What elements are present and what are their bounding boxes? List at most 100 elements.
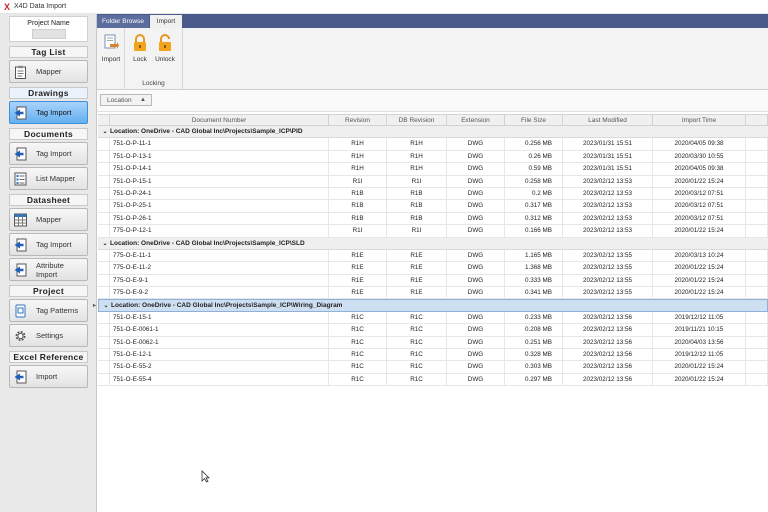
cell-last-modified: 2023/02/12 13:56 xyxy=(563,311,653,324)
cell-db-revision: R1C xyxy=(387,373,447,386)
cell-import-time: 2020/03/12 07:51 xyxy=(653,187,746,200)
cell-db-revision: R1B xyxy=(387,187,447,200)
cell-db-revision: R1C xyxy=(387,361,447,373)
cell-revision: R1E xyxy=(329,262,387,274)
table-row[interactable]: 751-O-P-11-1 R1H R1H DWG 0.256 MB 2023/01/31 … xyxy=(98,138,768,151)
cell-last-modified: 2023/02/12 13:55 xyxy=(563,249,653,262)
table-row[interactable]: 775-O-E-9-2 R1E R1E DWG 0.341 MB 2023/02/12 1… xyxy=(98,287,768,300)
import-button[interactable]: Import xyxy=(99,34,123,63)
sidebar-button-project-settings[interactable]: Settings xyxy=(9,324,88,347)
table-row[interactable]: 751-O-P-13-1 R1H R1H DWG 0.26 MB 2023/01/31 1… xyxy=(98,150,768,164)
row-filler-cell xyxy=(746,262,768,274)
row-filler-cell xyxy=(746,163,768,175)
group-row[interactable]: ⌄ Location: OneDrive - CAD Global Inc\Pro… xyxy=(98,237,768,250)
header-db-revision[interactable]: DB Revision xyxy=(387,115,447,125)
title-bar: X X4D Data Import xyxy=(0,0,768,14)
cell-db-revision: R1H xyxy=(387,138,447,150)
grid-body: ⌄ Location: OneDrive - CAD Global Inc\Pro… xyxy=(93,126,768,387)
row-filler-cell xyxy=(746,200,768,212)
row-filler-cell xyxy=(746,361,768,373)
collapse-chevron-icon[interactable]: ⌄ xyxy=(101,302,111,309)
table-row[interactable]: 751-O-E-55-4 R1C R1C DWG 0.297 MB 2023/02/12 … xyxy=(98,373,768,387)
table-row[interactable]: 751-O-E-0062-1 R1C R1C DWG 0.251 MB 2023/02/1… xyxy=(98,336,768,350)
cell-import-time: 2020/01/22 15:24 xyxy=(653,361,746,373)
header-extension[interactable]: Extension xyxy=(447,115,505,125)
section-header-documents: Documents xyxy=(9,128,88,140)
cell-last-modified: 2023/02/12 13:56 xyxy=(563,349,653,361)
lock-button[interactable]: Lock xyxy=(130,34,150,63)
table-row[interactable]: 775-O-E-9-1 R1E R1E DWG 0.333 MB 2023/02/12 1… xyxy=(98,274,768,288)
collapse-chevron-icon[interactable]: ⌄ xyxy=(100,128,110,135)
cell-revision: R1C xyxy=(329,336,387,349)
cell-document-number: 751-O-P-25-1 xyxy=(110,200,329,212)
project-name-field[interactable] xyxy=(31,29,66,39)
cell-extension: DWG xyxy=(447,249,505,262)
cell-document-number: 751-O-E-12-1 xyxy=(110,349,329,361)
cell-extension: DWG xyxy=(447,361,505,373)
row-filler-cell xyxy=(746,150,768,163)
table-row[interactable]: 775-O-P-12-1 R1I R1I DWG 0.166 MB 2023/02/12 … xyxy=(98,225,768,238)
grid-icon xyxy=(14,213,27,227)
unlock-button[interactable]: Unlock xyxy=(154,34,176,63)
table-row[interactable]: 751-O-E-15-1 R1C R1C DWG 0.233 MB 2023/02/12 … xyxy=(98,311,768,325)
sidebar-button-datasheet-attribute-import[interactable]: Attribute Import xyxy=(9,258,88,281)
sidebar-button-label: Settings xyxy=(36,331,64,340)
cell-file-size: 0.328 MB xyxy=(505,349,563,361)
table-row[interactable]: 751-O-P-24-1 R1B R1B DWG 0.2 MB 2023/02/12 13… xyxy=(98,187,768,201)
sidebar-button-project-tag-patterns[interactable]: Tag Patterns xyxy=(9,299,88,322)
sidebar-button-drawings-tag-import[interactable]: Tag Import xyxy=(9,101,88,124)
header-file-size[interactable]: File Size xyxy=(505,115,563,125)
row-indicator-cell xyxy=(98,175,110,187)
row-filler-cell xyxy=(746,212,768,225)
header-document-number[interactable]: Document Number xyxy=(110,115,329,125)
group-row[interactable]: ⌄ Location: OneDrive - CAD Global Inc\Pro… xyxy=(98,126,768,139)
collapse-chevron-icon[interactable]: ⌄ xyxy=(100,240,110,247)
row-filler-cell xyxy=(746,138,768,150)
table-row[interactable]: 751-O-E-0061-1 R1C R1C DWG 0.208 MB 2023/02/1… xyxy=(98,324,768,337)
locking-group-label: Locking xyxy=(142,80,165,87)
cell-import-time: 2020/03/30 10:55 xyxy=(653,150,746,163)
table-row[interactable]: 751-O-P-26-1 R1B R1B DWG 0.312 MB 2023/02/12 … xyxy=(98,212,768,226)
cell-last-modified: 2023/02/12 13:53 xyxy=(563,212,653,225)
table-row[interactable]: 751-O-P-14-1 R1H R1H DWG 0.59 MB 2023/01/31 1… xyxy=(98,163,768,176)
header-last-modified[interactable]: Last Modified xyxy=(563,115,653,125)
arrow-import-icon xyxy=(14,263,27,277)
table-row[interactable]: 751-O-P-15-1 R1I R1I DWG 0.258 MB 2023/02/12 … xyxy=(98,175,768,188)
tab-import[interactable]: Import xyxy=(150,15,182,28)
arrow-import-icon xyxy=(14,147,27,161)
header-import-time[interactable]: Import Time xyxy=(653,115,746,125)
group-row[interactable]: ▸ ⌄ Location: OneDrive - CAD Global Inc\Pr… xyxy=(93,299,768,312)
table-row[interactable]: 751-O-P-25-1 R1B R1B DWG 0.317 MB 2023/02/12 … xyxy=(98,200,768,213)
section-header-project: Project xyxy=(9,285,88,297)
sidebar-button-datasheet-tag-import[interactable]: Tag Import xyxy=(9,233,88,256)
cell-import-time: 2020/01/22 15:24 xyxy=(653,175,746,187)
sidebar-button-documents-list-mapper[interactable]: List Mapper xyxy=(9,167,88,190)
sidebar-button-documents-tag-import[interactable]: Tag Import xyxy=(9,142,88,165)
cell-revision: R1C xyxy=(329,324,387,336)
tab-folder-browse[interactable]: Folder Browse xyxy=(97,15,149,28)
table-row[interactable]: 751-O-E-12-1 R1C R1C DWG 0.328 MB 2023/02/12 … xyxy=(98,349,768,362)
table-row[interactable]: 775-O-E-11-2 R1E R1E DWG 1.368 MB 2023/02/12 … xyxy=(98,262,768,275)
cell-file-size: 0.26 MB xyxy=(505,150,563,163)
table-row[interactable]: 751-O-E-55-2 R1C R1C DWG 0.303 MB 2023/02/12 … xyxy=(98,361,768,374)
location-group-chip[interactable]: Location ▲ xyxy=(100,94,152,106)
cell-document-number: 751-O-P-13-1 xyxy=(110,150,329,163)
sidebar-button-datasheet-mapper[interactable]: Mapper xyxy=(9,208,88,231)
table-row[interactable]: 775-O-E-11-1 R1E R1E DWG 1.165 MB 2023/02/12 … xyxy=(98,249,768,263)
sidebar-button-label: Tag Import xyxy=(36,149,72,158)
import-group: Import xyxy=(97,28,125,90)
cell-revision: R1I xyxy=(329,225,387,237)
sidebar-button-tag-list-mapper[interactable]: Mapper xyxy=(9,60,88,83)
row-filler-cell xyxy=(746,311,768,324)
header-revision[interactable]: Revision xyxy=(329,115,387,125)
cell-extension: DWG xyxy=(447,150,505,163)
cell-db-revision: R1E xyxy=(387,249,447,262)
row-indicator-cell xyxy=(98,138,110,150)
cell-last-modified: 2023/02/12 13:53 xyxy=(563,225,653,237)
sidebar-button-excel-reference-import[interactable]: Import xyxy=(9,365,88,388)
cell-last-modified: 2023/02/12 13:53 xyxy=(563,175,653,187)
cell-revision: R1B xyxy=(329,212,387,225)
cell-document-number: 751-O-E-55-4 xyxy=(110,373,329,386)
cell-extension: DWG xyxy=(447,324,505,336)
cell-revision: R1C xyxy=(329,361,387,373)
